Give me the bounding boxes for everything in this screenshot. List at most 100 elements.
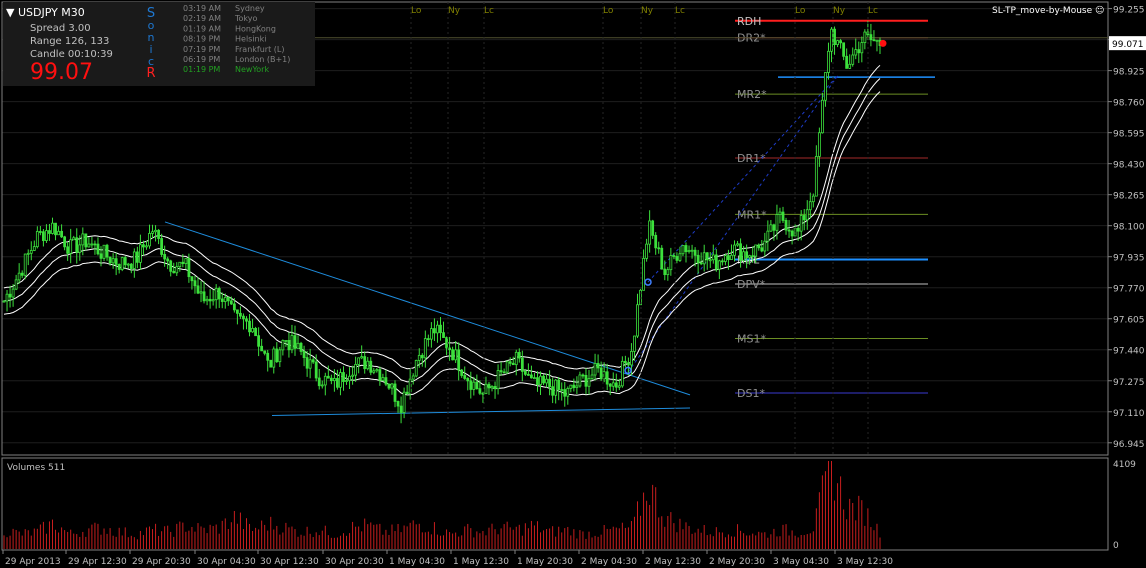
candle-body (848, 63, 852, 69)
candle-body (863, 31, 867, 44)
candle-body (160, 238, 164, 255)
candle-body (517, 351, 521, 359)
candle-body (599, 367, 603, 380)
candle-body (490, 386, 494, 389)
candle-body (775, 214, 779, 231)
session-marker: Ny (833, 6, 846, 16)
candle-body (587, 378, 591, 387)
range-label: Range 126, 133 (30, 36, 109, 47)
candle-body (32, 246, 36, 251)
candle-body (663, 268, 667, 276)
x-tick-label: 3 May 04:30 (773, 557, 829, 567)
candle-body (654, 234, 658, 249)
candle-body (378, 369, 382, 381)
candle-body (630, 350, 633, 366)
candle-body (93, 243, 97, 246)
candle-body (542, 375, 545, 384)
candle-body (802, 215, 806, 221)
session-name: Frankfurt (L) (235, 45, 284, 54)
x-tick-label: 30 Apr 20:30 (325, 557, 384, 567)
candle-body (717, 260, 721, 270)
candle-body (417, 354, 421, 361)
candle-body (684, 245, 688, 253)
candle-body (381, 377, 385, 381)
candle-body (557, 379, 561, 391)
candle-body (423, 338, 427, 359)
candle-body (605, 371, 609, 385)
candle-body (402, 391, 406, 413)
candle-body (296, 342, 300, 349)
candle-body (20, 272, 24, 276)
candle-body (545, 378, 548, 384)
candle-body (166, 258, 170, 262)
candle-body (205, 298, 209, 302)
candle-body (275, 348, 279, 363)
candle-body (405, 391, 409, 395)
candle-body (772, 224, 776, 231)
candle-body (278, 349, 282, 363)
candle-body (63, 236, 67, 248)
candle-body (614, 382, 618, 388)
candle-body (463, 375, 467, 379)
session-name: Helsinki (235, 35, 266, 44)
candle-body (248, 320, 251, 333)
x-tick-label: 30 Apr 04:30 (197, 557, 256, 567)
candle-body (790, 230, 794, 237)
candle-body (560, 389, 564, 391)
candle-body (169, 260, 173, 272)
candle-body (833, 28, 836, 46)
x-tick-label: 1 May 20:30 (517, 557, 573, 567)
candle-body (390, 383, 394, 389)
candle-body (426, 338, 430, 340)
candle-body (496, 370, 500, 390)
candle-body (799, 215, 803, 232)
candle-body (260, 345, 264, 352)
candle-body (254, 327, 257, 337)
candle-body (745, 251, 749, 259)
candle-body (226, 296, 230, 302)
candle-body (511, 362, 515, 366)
candle-body (302, 351, 306, 358)
price-chart[interactable]: RDHDR2*MR2*DR1*MR1*RDLDPV*MS1*DS1* Lo Ny L… (0, 0, 1146, 568)
candle-body (493, 386, 497, 390)
candle-body (796, 227, 800, 232)
candle-body (339, 372, 342, 388)
candle-body (87, 243, 91, 248)
session-time: 06:19 PM (183, 55, 220, 64)
candle-body (569, 384, 573, 389)
session-time: 01:19 PM (183, 65, 220, 74)
candle-body (827, 50, 830, 73)
last-price-label: 99.071 (1112, 40, 1144, 50)
candle-body (293, 335, 297, 349)
candle-body (651, 220, 655, 236)
level-label: DPV* (737, 278, 766, 291)
candle-body (784, 220, 788, 231)
candle-body (29, 250, 33, 254)
x-tick-label: 30 Apr 12:30 (260, 557, 319, 567)
candle-body (366, 360, 370, 370)
candle-body (351, 374, 354, 377)
sonicr-letter: R (146, 66, 155, 81)
candle-body (48, 230, 51, 234)
session-time: 02:19 AM (183, 14, 221, 23)
candle-body (845, 55, 849, 69)
candle-body (290, 335, 294, 351)
indicator-name: SL-TP_move-by-Mouse ☺ (992, 5, 1104, 16)
candle-body (451, 349, 455, 361)
candle-body (672, 255, 676, 257)
candle-body (748, 255, 752, 259)
candle-body (469, 380, 473, 390)
candle-body (414, 360, 418, 377)
y-tick-label: 97.440 (1113, 347, 1145, 357)
candle-body (502, 371, 506, 374)
y-tick-label: 98.265 (1113, 192, 1145, 202)
candle-body (702, 252, 706, 265)
candle-body (308, 359, 312, 369)
candle-body (14, 279, 18, 290)
session-name: Sydney (235, 4, 265, 13)
candle-body (505, 361, 509, 373)
candle-body (396, 401, 400, 407)
candle-body (199, 291, 203, 294)
candle-body (554, 379, 558, 396)
candle-body (342, 372, 345, 382)
